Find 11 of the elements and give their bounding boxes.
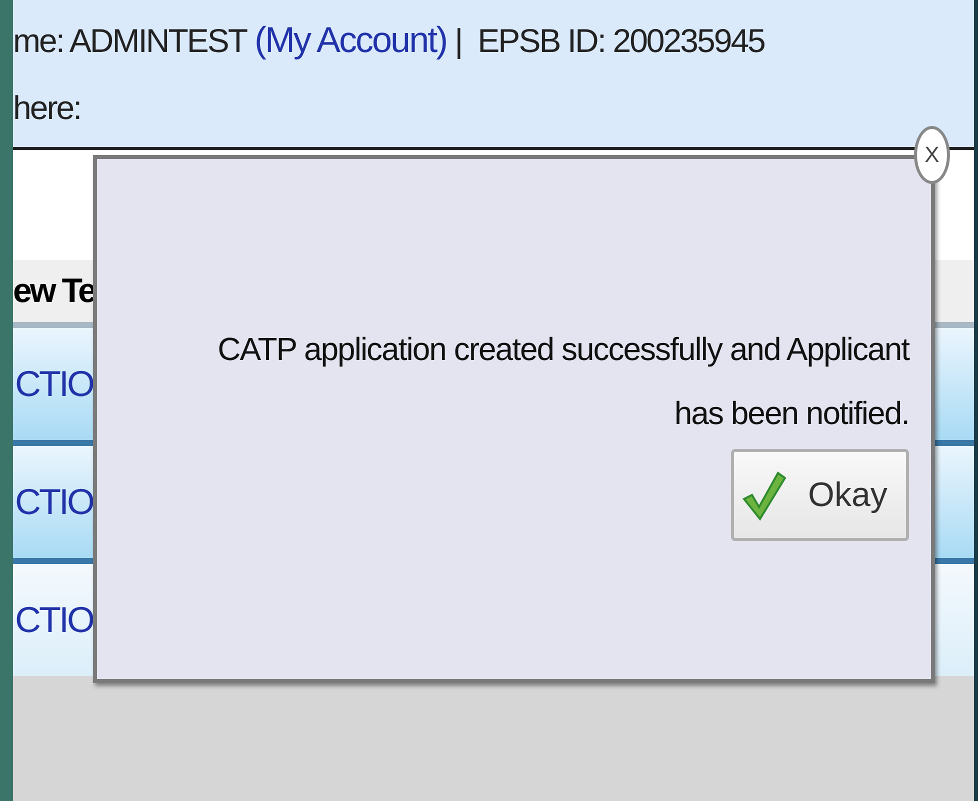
checkmark-icon bbox=[742, 469, 786, 521]
table-cell: CTIO bbox=[15, 363, 93, 405]
epsb-id-text: EPSB ID: 200235945 bbox=[478, 22, 764, 61]
okay-button[interactable]: Okay bbox=[731, 449, 909, 541]
username-text: me: ADMINTEST bbox=[13, 22, 247, 61]
my-account-link[interactable]: (My Account) bbox=[254, 19, 447, 61]
table-cell: CTIO bbox=[15, 599, 93, 641]
dialog-message: CATP application created successfully and Applicant has been notified. bbox=[216, 330, 909, 433]
table-cell: CTIO bbox=[15, 481, 93, 523]
prompt-text: here: bbox=[13, 89, 81, 126]
separator-text: | bbox=[454, 22, 462, 61]
